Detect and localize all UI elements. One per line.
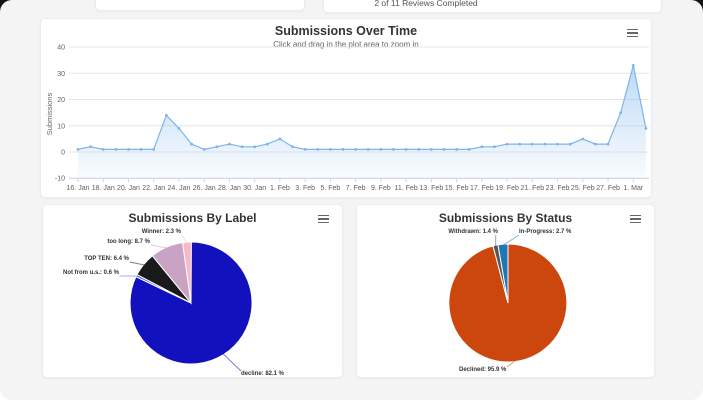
svg-text:Declined: 95.9 %: Declined: 95.9 % (459, 367, 507, 373)
svg-text:10: 10 (57, 123, 65, 130)
svg-text:-10: -10 (55, 176, 65, 183)
svg-text:18. Jan: 18. Jan (92, 185, 115, 192)
svg-text:19. Feb: 19. Feb (495, 185, 519, 192)
svg-text:17. Feb: 17. Feb (470, 185, 494, 192)
dashboard-page: 2 of 11 Reviews Completed Submissions Ov… (0, 0, 703, 400)
svg-text:15. Feb: 15. Feb (445, 185, 469, 192)
svg-text:40: 40 (57, 45, 65, 52)
submissions-by-status-pie[interactable]: Declined: 95.9 % Withdrawn: 1.4 % In-Progr… (357, 205, 656, 379)
svg-text:Withdrawn: 1.4 %: Withdrawn: 1.4 % (448, 229, 498, 235)
submissions-by-label-pie[interactable]: decline: 82.1 % Not from u.s.: 0.6 % TOP T… (43, 205, 344, 379)
reviews-summary-card: 2 of 11 Reviews Completed (323, 0, 662, 13)
svg-text:25. Feb: 25. Feb (571, 185, 595, 192)
svg-text:26. Jan: 26. Jan (193, 185, 216, 192)
svg-text:20: 20 (57, 97, 65, 104)
svg-text:13. Feb: 13. Feb (419, 185, 443, 192)
svg-text:9. Feb: 9. Feb (371, 185, 391, 192)
submissions-over-time-plot[interactable]: -10 0 10 20 30 40 Submissions 16. Jan18. Jan20.… (41, 19, 653, 199)
svg-text:23. Feb: 23. Feb (546, 185, 570, 192)
svg-text:Not from u.s.: 0.6 %: Not from u.s.: 0.6 % (63, 270, 120, 276)
svg-text:too long: 8.7 %: too long: 8.7 % (107, 239, 150, 245)
svg-text:11. Feb: 11. Feb (395, 185, 418, 192)
svg-text:28. Jan: 28. Jan (218, 185, 241, 192)
dashboard-canvas: 2 of 11 Reviews Completed Submissions Ov… (0, 0, 703, 400)
svg-text:TOP TEN: 6.4 %: TOP TEN: 6.4 % (84, 256, 129, 262)
svg-text:30: 30 (57, 71, 65, 78)
svg-text:5. Feb: 5. Feb (320, 185, 340, 192)
svg-text:22. Jan: 22. Jan (142, 185, 165, 192)
svg-text:1. Mar: 1. Mar (623, 185, 644, 192)
svg-text:1. Feb: 1. Feb (270, 185, 290, 192)
svg-text:27. Feb: 27. Feb (596, 185, 620, 192)
submissions-by-label-card: Submissions By Label decline: 82.1 %Not … (42, 204, 343, 378)
svg-text:7. Feb: 7. Feb (346, 185, 366, 192)
svg-text:21. Feb: 21. Feb (520, 185, 544, 192)
submissions-over-time-card: Submissions Over Time Click and drag in … (40, 18, 652, 198)
reviews-completed-text: 2 of 11 Reviews Completed (324, 0, 528, 8)
partial-card-left (95, 0, 305, 11)
svg-text:16. Jan: 16. Jan (67, 185, 90, 192)
svg-text:Winner: 2.3 %: Winner: 2.3 % (142, 229, 182, 235)
svg-text:20. Jan: 20. Jan (117, 185, 140, 192)
svg-text:24. Jan: 24. Jan (167, 185, 190, 192)
svg-text:decline: 82.1 %: decline: 82.1 % (241, 371, 285, 377)
svg-text:0: 0 (61, 150, 65, 157)
svg-text:3. Feb: 3. Feb (295, 185, 315, 192)
submissions-by-status-card: Submissions By Status Declined: 95.9 %Wi… (356, 204, 655, 378)
svg-text:30. Jan: 30. Jan (243, 185, 266, 192)
svg-text:Submissions: Submissions (45, 92, 54, 135)
svg-text:In-Progress: 2.7 %: In-Progress: 2.7 % (519, 229, 572, 235)
